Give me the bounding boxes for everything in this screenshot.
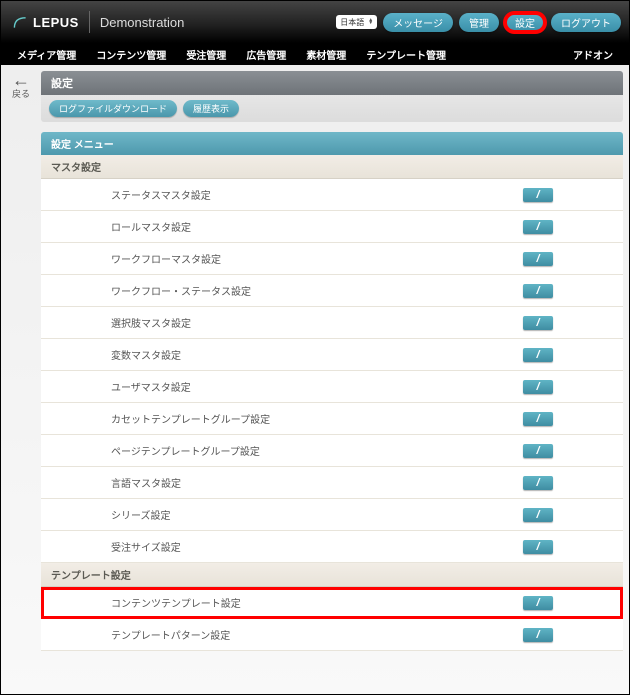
edit-icon: / [536, 542, 539, 552]
row-label: ページテンプレートグループ設定 [111, 443, 523, 458]
edit-icon: / [536, 254, 539, 264]
row-label: 言語マスタ設定 [111, 475, 523, 490]
page-title: 設定 [41, 71, 623, 95]
edit-icon: / [536, 222, 539, 232]
settings-row: コンテンツテンプレート設定 / [41, 587, 623, 619]
settings-button[interactable]: 設定 [505, 13, 545, 32]
row-label: 変数マスタ設定 [111, 347, 523, 362]
language-label: 日本語 [340, 17, 364, 28]
back-label: 戻る [7, 87, 35, 100]
row-label: テンプレートパターン設定 [111, 627, 523, 642]
row-label: ワークフローマスタ設定 [111, 251, 523, 266]
nav-contents[interactable]: コンテンツ管理 [90, 47, 172, 62]
edit-icon: / [536, 286, 539, 296]
row-label: コンテンツテンプレート設定 [111, 595, 523, 610]
back-arrow-icon: ← [7, 73, 35, 87]
row-label: 受注サイズ設定 [111, 539, 523, 554]
edit-button[interactable]: / [523, 476, 553, 490]
settings-row: 変数マスタ設定 / [41, 339, 623, 371]
edit-button[interactable]: / [523, 252, 553, 266]
row-label: ステータスマスタ設定 [111, 187, 523, 202]
settings-row: 受注サイズ設定 / [41, 531, 623, 563]
edit-button[interactable]: / [523, 444, 553, 458]
language-selector[interactable]: 日本語 ▲▼ [336, 15, 377, 29]
edit-button[interactable]: / [523, 596, 553, 610]
separator [89, 11, 90, 33]
subtitle: Demonstration [100, 15, 185, 30]
edit-icon: / [536, 630, 539, 640]
dropdown-icon: ▲▼ [368, 19, 373, 25]
edit-icon: / [536, 414, 539, 424]
category-header: マスタ設定 [41, 155, 623, 179]
edit-button[interactable]: / [523, 412, 553, 426]
settings-row: シリーズ設定 / [41, 499, 623, 531]
edit-icon: / [536, 598, 539, 608]
edit-icon: / [536, 350, 539, 360]
nav-orders[interactable]: 受注管理 [180, 47, 232, 62]
settings-row: ユーザマスタ設定 / [41, 371, 623, 403]
settings-row: 言語マスタ設定 / [41, 467, 623, 499]
row-label: ワークフロー・ステータス設定 [111, 283, 523, 298]
logo: LEPUS [13, 15, 79, 30]
edit-button[interactable]: / [523, 220, 553, 234]
edit-icon: / [536, 190, 539, 200]
settings-row: ページテンプレートグループ設定 / [41, 435, 623, 467]
back-button[interactable]: ← 戻る [7, 71, 35, 651]
settings-row: ワークフローマスタ設定 / [41, 243, 623, 275]
edit-icon: / [536, 446, 539, 456]
settings-row: 選択肢マスタ設定 / [41, 307, 623, 339]
settings-row: ステータスマスタ設定 / [41, 179, 623, 211]
action-bar: ログファイルダウンロード 履歴表示 [41, 95, 623, 122]
settings-row: カセットテンプレートグループ設定 / [41, 403, 623, 435]
nav-addon[interactable]: アドオン [567, 47, 619, 62]
history-button[interactable]: 履歴表示 [183, 100, 239, 117]
logo-arc-icon [13, 15, 27, 29]
sub-nav: メディア管理 コンテンツ管理 受注管理 広告管理 素材管理 テンプレート管理 ア… [1, 43, 629, 65]
edit-button[interactable]: / [523, 188, 553, 202]
edit-button[interactable]: / [523, 316, 553, 330]
edit-icon: / [536, 382, 539, 392]
edit-icon: / [536, 478, 539, 488]
edit-button[interactable]: / [523, 628, 553, 642]
manage-button[interactable]: 管理 [459, 13, 499, 32]
edit-button[interactable]: / [523, 540, 553, 554]
row-label: カセットテンプレートグループ設定 [111, 411, 523, 426]
logo-text: LEPUS [33, 15, 79, 30]
edit-button[interactable]: / [523, 508, 553, 522]
edit-button[interactable]: / [523, 284, 553, 298]
edit-icon: / [536, 510, 539, 520]
top-bar: LEPUS Demonstration 日本語 ▲▼ メッセージ 管理 設定 ロ… [1, 1, 629, 43]
row-label: シリーズ設定 [111, 507, 523, 522]
message-button[interactable]: メッセージ [383, 13, 453, 32]
section-header: 設定 メニュー [41, 132, 623, 155]
settings-row: テンプレートパターン設定 / [41, 619, 623, 651]
download-log-button[interactable]: ログファイルダウンロード [49, 100, 177, 117]
edit-button[interactable]: / [523, 380, 553, 394]
settings-row: ロールマスタ設定 / [41, 211, 623, 243]
edit-button[interactable]: / [523, 348, 553, 362]
nav-materials[interactable]: 素材管理 [300, 47, 352, 62]
logout-button[interactable]: ログアウト [551, 13, 621, 32]
row-label: 選択肢マスタ設定 [111, 315, 523, 330]
settings-row: ワークフロー・ステータス設定 / [41, 275, 623, 307]
edit-icon: / [536, 318, 539, 328]
row-label: ロールマスタ設定 [111, 219, 523, 234]
category-header: テンプレート設定 [41, 563, 623, 587]
nav-templates[interactable]: テンプレート管理 [360, 47, 452, 62]
nav-ads[interactable]: 広告管理 [240, 47, 292, 62]
nav-media[interactable]: メディア管理 [11, 47, 82, 62]
row-label: ユーザマスタ設定 [111, 379, 523, 394]
